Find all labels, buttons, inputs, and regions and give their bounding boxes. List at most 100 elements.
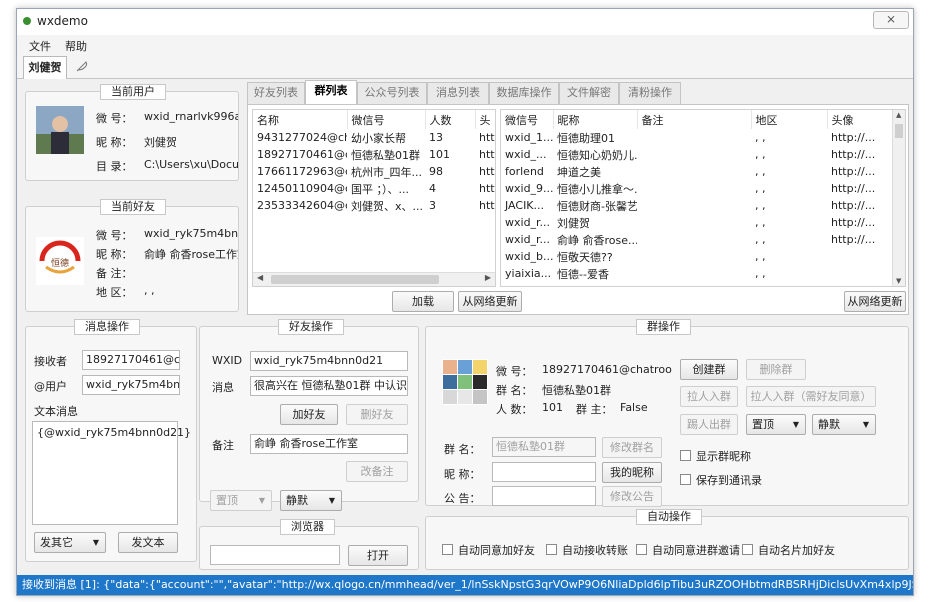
member-wxid-cell[interactable]: wxid_... — [501, 146, 553, 163]
member-note-cell[interactable] — [637, 163, 751, 180]
group-name-cell[interactable]: 23533342604@c... — [253, 197, 347, 214]
tab-file-decrypt[interactable]: 文件解密 — [559, 82, 619, 104]
group-row[interactable]: 12450110904@c...国平 ；）、...4htt — [253, 180, 495, 197]
at-user-input[interactable]: wxid_ryk75m4bnn0 — [82, 375, 180, 395]
member-list-scroll-thumb[interactable] — [895, 124, 903, 138]
group-col-avatar[interactable]: 头 — [475, 110, 495, 129]
member-row[interactable]: wxid_... 恒德知心奶奶儿... , , http://... — [501, 146, 893, 163]
group-col-wxid[interactable]: 微信号 — [347, 110, 426, 129]
group-mute-dropdown[interactable]: 静默 ▼ — [812, 414, 876, 435]
member-wxid-cell[interactable]: yiaixia... — [501, 265, 553, 282]
group-wxid-cell[interactable]: 国平 ；）、... — [347, 180, 425, 197]
tab-message-list[interactable]: 消息列表 — [427, 82, 489, 104]
pull-into-group-button[interactable]: 拉人入群 — [680, 386, 738, 407]
group-wxid-cell[interactable]: 幼小家长帮 — [347, 129, 425, 146]
member-nick-cell[interactable]: 恒德--爱香 — [553, 265, 637, 282]
member-region-cell[interactable]: , , — [751, 231, 827, 248]
tab-official-list[interactable]: 公众号列表 — [357, 82, 427, 104]
member-note-cell[interactable] — [637, 146, 751, 163]
change-notice-button[interactable]: 修改公告 — [602, 486, 662, 507]
group-update-button[interactable]: 从网络更新 — [458, 291, 522, 312]
member-wxid-cell[interactable]: JACIK... — [501, 197, 553, 214]
close-button[interactable]: ⨯ — [873, 11, 909, 29]
tab-group-list[interactable]: 群列表 — [305, 80, 357, 104]
member-region-cell[interactable]: , , — [751, 163, 827, 180]
checkbox-box[interactable] — [680, 450, 691, 461]
member-note-cell[interactable] — [637, 214, 751, 231]
member-row[interactable]: wxid_1... 恒德助理01 , , http://... — [501, 129, 893, 146]
group-row[interactable]: 17661172963@c...杭州市_四年...98htt — [253, 163, 495, 180]
member-avatar-cell[interactable]: http://... — [827, 214, 893, 231]
member-wxid-cell[interactable]: wxid_9... — [501, 180, 553, 197]
member-nick-cell[interactable]: 恒敬天德?? — [553, 248, 637, 265]
member-avatar-cell[interactable]: http://... — [827, 180, 893, 197]
group-list-scroll-thumb[interactable] — [271, 275, 439, 284]
group-rename-input[interactable]: 恒德私塾01群 — [492, 437, 596, 457]
my-nick-button[interactable]: 我的昵称 — [602, 462, 662, 483]
member-col-avatar[interactable]: 头像 — [827, 110, 894, 129]
member-avatar-cell[interactable]: http://... — [827, 129, 893, 146]
auto-accept-friend-checkbox[interactable]: 自动同意加好友 — [442, 542, 535, 558]
create-group-button[interactable]: 创建群 — [680, 359, 738, 380]
scroll-left-arrow-icon[interactable]: ◀ — [257, 273, 263, 282]
checkbox-box[interactable] — [742, 544, 753, 555]
save-contacts-checkbox[interactable]: 保存到通讯录 — [680, 472, 762, 488]
auto-accept-invite-checkbox[interactable]: 自动同意进群邀请 — [636, 542, 740, 558]
group-wxid-cell[interactable]: 刘健贺、x、... — [347, 197, 425, 214]
member-nick-cell[interactable]: 坤道之美 — [553, 163, 637, 180]
member-list-vscrollbar[interactable]: ▲ ▼ — [892, 110, 905, 286]
delete-group-button[interactable]: 删除群 — [746, 359, 806, 380]
member-note-cell[interactable] — [637, 248, 751, 265]
send-text-button[interactable]: 发文本 — [118, 532, 178, 553]
group-count-cell[interactable]: 4 — [425, 180, 475, 197]
auto-receive-transfer-checkbox[interactable]: 自动接收转账 — [546, 542, 628, 558]
tab-clean-fans[interactable]: 清粉操作 — [619, 82, 681, 104]
receiver-input[interactable]: 18927170461@cha — [82, 350, 180, 370]
member-row[interactable]: wxid_9... 恒德小儿推拿～... , , http://... — [501, 180, 893, 197]
member-region-cell[interactable]: , , — [751, 197, 827, 214]
member-col-wxid[interactable]: 微信号 — [501, 110, 554, 129]
kick-member-button[interactable]: 踢人出群 — [680, 414, 738, 435]
member-row[interactable]: wxid_b... 恒敬天德?? , , — [501, 248, 893, 265]
text-message-input[interactable]: {@wxid_ryk75m4bnn0d21} — [32, 421, 191, 525]
group-name-cell[interactable]: 18927170461@c... — [253, 146, 347, 163]
rename-group-button[interactable]: 修改群名 — [602, 437, 662, 458]
member-note-cell[interactable] — [637, 180, 751, 197]
member-wxid-cell[interactable]: wxid_r... — [501, 231, 553, 248]
member-row[interactable]: wxid_r... 刘健贺 , , http://... — [501, 214, 893, 231]
member-note-cell[interactable] — [637, 197, 751, 214]
member-wxid-cell[interactable]: wxid_b... — [501, 248, 553, 265]
member-col-nick[interactable]: 昵称 — [553, 110, 638, 129]
checkbox-box[interactable] — [636, 544, 647, 555]
group-name-cell[interactable]: 9431277024@ch... — [253, 129, 347, 146]
tab-friend-list[interactable]: 好友列表 — [247, 82, 305, 104]
delete-friend-button[interactable]: 删好友 — [346, 404, 408, 425]
group-wxid-cell[interactable]: 恒德私塾01群 — [347, 146, 425, 163]
send-other-dropdown[interactable]: 发其它 ▼ — [34, 532, 106, 553]
tab-database[interactable]: 数据库操作 — [489, 82, 559, 104]
group-avatar-cell[interactable]: htt — [475, 129, 495, 146]
group-nick-input[interactable] — [492, 462, 596, 482]
member-region-cell[interactable]: , , — [751, 146, 827, 163]
group-notice-input[interactable] — [492, 486, 596, 506]
browser-url-input[interactable] — [210, 545, 340, 565]
member-nick-cell[interactable]: 恒德知心奶奶儿... — [553, 146, 637, 163]
group-name-cell[interactable]: 12450110904@c... — [253, 180, 347, 197]
member-avatar-cell[interactable]: http://... — [827, 163, 893, 180]
auto-card-friend-checkbox[interactable]: 自动名片加好友 — [742, 542, 835, 558]
scroll-up-arrow-icon[interactable]: ▲ — [896, 111, 901, 119]
group-avatar-cell[interactable]: htt — [475, 180, 495, 197]
member-update-button[interactable]: 从网络更新 — [844, 291, 906, 312]
member-note-cell[interactable] — [637, 231, 751, 248]
add-friend-button[interactable]: 加好友 — [280, 404, 338, 425]
friend-note-input[interactable]: 俞峥 俞香rose工作室 — [250, 434, 408, 454]
menu-file[interactable]: 文件 — [29, 38, 51, 54]
group-count-cell[interactable]: 3 — [425, 197, 475, 214]
friend-wxid-input[interactable]: wxid_ryk75m4bnn0d21 — [250, 351, 408, 371]
group-count-cell[interactable]: 101 — [425, 146, 475, 163]
group-avatar-cell[interactable]: htt — [475, 197, 495, 214]
menu-help[interactable]: 帮助 — [65, 38, 87, 54]
scroll-down-arrow-icon[interactable]: ▼ — [896, 277, 901, 285]
group-wxid-cell[interactable]: 杭州市_四年... — [347, 163, 425, 180]
member-wxid-cell[interactable]: forlend — [501, 163, 553, 180]
